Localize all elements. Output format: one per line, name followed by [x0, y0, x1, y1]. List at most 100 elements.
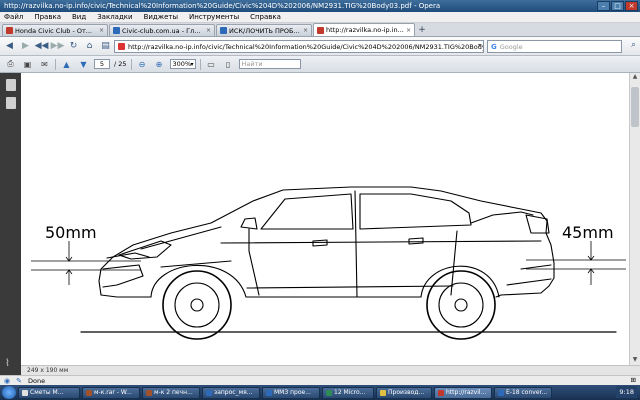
forward-button[interactable]: ▶: [19, 40, 32, 53]
scroll-up-icon[interactable]: ▲: [630, 73, 640, 82]
taskbar-label: ММЗ прое...: [274, 389, 311, 396]
previous-page-button[interactable]: ▲: [60, 58, 73, 71]
front-clearance-label: 50mm: [45, 223, 97, 242]
app-icon: [498, 389, 504, 396]
search-input[interactable]: G Google: [487, 40, 622, 53]
tab-favicon-icon: [6, 27, 13, 34]
reload-button[interactable]: ↻: [67, 40, 80, 53]
address-dropdown-icon[interactable]: ▾: [478, 42, 481, 49]
scrollbar-thumb[interactable]: [631, 87, 639, 127]
rear-clearance-label: 45mm: [562, 223, 614, 242]
menu-view[interactable]: Вид: [72, 13, 86, 21]
tab-close-icon[interactable]: ×: [206, 27, 211, 34]
tab-bar: Honda Civic Club - От... × Civic-club.co…: [0, 23, 640, 37]
zoom-out-button[interactable]: ⊖: [136, 58, 149, 71]
pdf-document-view[interactable]: 50mm 45mm: [21, 73, 629, 365]
navigation-bar: ◀ ▶ ◀◀ ▶▶ ↻ ⌂ ▤ http://razvilka.no-ip.in…: [0, 37, 640, 56]
page-number-input[interactable]: 5: [94, 59, 110, 69]
scroll-down-icon[interactable]: ▼: [630, 356, 640, 365]
menu-file[interactable]: Файл: [4, 13, 23, 21]
app-icon: [22, 389, 28, 396]
system-clock[interactable]: 9:18: [616, 386, 637, 398]
back-button[interactable]: ◀: [3, 40, 16, 53]
bookmarks-panel-icon[interactable]: [5, 97, 16, 109]
taskbar-item[interactable]: запрос_мя...: [202, 386, 260, 399]
search-placeholder: Google: [499, 42, 523, 51]
status-text: Done: [27, 376, 46, 385]
app-icon: [326, 389, 332, 396]
rewind-button[interactable]: ◀◀: [35, 40, 49, 53]
fast-forward-button[interactable]: ▶▶: [51, 40, 65, 53]
next-page-button[interactable]: ▼: [77, 58, 90, 71]
taskbar-item-active[interactable]: http://razvil...: [434, 386, 492, 399]
toolbar-divider: [130, 58, 132, 70]
tab-favicon-icon: [317, 26, 324, 34]
taskbar-label: Производ...: [388, 389, 425, 396]
save-icon[interactable]: ▣: [21, 58, 34, 71]
maximize-button[interactable]: □: [611, 1, 624, 11]
tab-close-icon[interactable]: ×: [406, 27, 411, 34]
taskbar-label: м-к.rar - W...: [94, 389, 132, 396]
search-icon[interactable]: ⌕: [631, 40, 636, 50]
panel-toggle-button[interactable]: ▤: [99, 40, 112, 53]
vertical-scrollbar[interactable]: ▲ ▼: [629, 73, 640, 365]
zoom-in-button[interactable]: ⊕: [153, 58, 166, 71]
tab-civic-club-ua[interactable]: Civic-club.com.ua - Гл... ×: [109, 24, 215, 36]
taskbar-label: E-18 conver...: [506, 389, 548, 396]
menu-bar: Файл Правка Вид Закладки Виджеты Инструм…: [0, 12, 640, 23]
menu-edit[interactable]: Правка: [34, 13, 61, 21]
taskbar-item[interactable]: 12 Micro...: [322, 386, 374, 399]
window-titlebar: http://razvilka.no-ip.info/civic/Technic…: [0, 0, 640, 12]
tab-close-icon[interactable]: ×: [303, 27, 308, 34]
fit-width-icon[interactable]: ▯: [222, 58, 235, 71]
menu-bookmarks[interactable]: Закладки: [97, 13, 132, 21]
close-window-button[interactable]: ×: [625, 1, 638, 11]
tab-favicon-icon: [113, 27, 120, 34]
tab-pdf-active[interactable]: http://razvilka.no-ip.in... ×: [313, 23, 415, 36]
tab-close-icon[interactable]: ×: [99, 27, 104, 34]
pages-panel-icon[interactable]: [5, 79, 16, 91]
zoom-select[interactable]: 300%: [169, 59, 196, 69]
app-icon: [438, 389, 444, 396]
menu-widgets[interactable]: Виджеты: [144, 13, 178, 21]
app-icon: [206, 389, 212, 396]
app-icon: [266, 389, 272, 396]
view-zoom-icon[interactable]: ⊞: [631, 376, 636, 384]
app-icon: [86, 389, 92, 396]
attachments-icon[interactable]: ⌇: [5, 358, 15, 370]
taskbar-label: Сметы М...: [30, 389, 64, 396]
tab-label: Civic-club.com.ua - Гл...: [122, 26, 201, 35]
car-side-drawing: 50mm 45mm: [31, 186, 626, 340]
taskbar-label: м-к 2 печн...: [154, 389, 193, 396]
taskbar-item[interactable]: Производ...: [376, 386, 432, 399]
start-button-icon[interactable]: [2, 386, 16, 399]
os-taskbar: Сметы М... м-к.rar - W... м-к 2 печн... …: [0, 385, 640, 400]
find-input[interactable]: Найти: [238, 59, 301, 69]
print-icon[interactable]: ⎙: [4, 58, 17, 71]
pdf-favicon-icon: [118, 43, 125, 50]
pdf-side-panel: ⌇: [0, 73, 21, 375]
home-button[interactable]: ⌂: [83, 40, 96, 53]
tab-label: ИСК/ЛОЧИТЬ ПРОБО...: [229, 26, 301, 35]
taskbar-item[interactable]: E-18 conver...: [494, 386, 552, 399]
minimize-button[interactable]: –: [597, 1, 610, 11]
taskbar-item[interactable]: м-к 2 печн...: [142, 386, 200, 399]
address-bar[interactable]: http://razvilka.no-ip.info/civic/Technic…: [114, 40, 484, 53]
app-icon: [146, 389, 152, 396]
new-tab-button[interactable]: +: [416, 26, 428, 36]
tab-label: Honda Civic Club - От...: [15, 26, 92, 35]
tab-forum[interactable]: ИСК/ЛОЧИТЬ ПРОБО... ×: [216, 24, 312, 36]
taskbar-item[interactable]: ММЗ прое...: [262, 386, 320, 399]
speed-dial-icon[interactable]: ◉: [4, 377, 10, 385]
status-bar: ◉ ✎ Done ⊞: [0, 375, 640, 385]
tab-honda-civic-club[interactable]: Honda Civic Club - От... ×: [2, 24, 108, 36]
menu-help[interactable]: Справка: [250, 13, 281, 21]
menu-tools[interactable]: Инструменты: [189, 13, 239, 21]
share-icon[interactable]: ✉: [38, 58, 51, 71]
taskbar-item[interactable]: Сметы М...: [18, 386, 80, 399]
fit-page-icon[interactable]: ▭: [205, 58, 218, 71]
toolbar-divider: [55, 58, 56, 70]
notes-icon[interactable]: ✎: [16, 377, 22, 385]
taskbar-item[interactable]: м-к.rar - W...: [82, 386, 140, 399]
window-title: http://razvilka.no-ip.info/civic/Technic…: [4, 2, 441, 10]
